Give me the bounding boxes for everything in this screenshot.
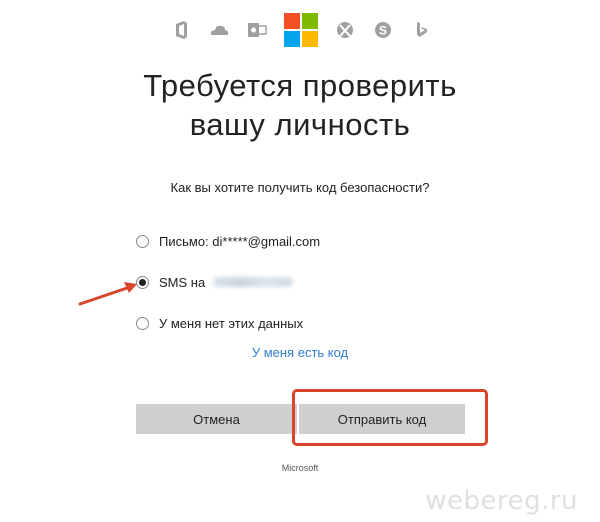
option-no-data-label: У меня нет этих данных	[159, 315, 304, 331]
office-icon	[170, 19, 192, 41]
xbox-icon	[334, 19, 356, 41]
watermark: webereg.ru	[425, 486, 578, 516]
footer-microsoft: Microsoft	[281, 463, 319, 473]
option-sms-label: SMS на	[159, 274, 206, 290]
ms-logo-blue	[284, 31, 300, 47]
cancel-button[interactable]: Отмена	[136, 404, 297, 434]
masked-phone-number	[213, 277, 294, 287]
microsoft-logo	[284, 13, 318, 47]
outlook-icon	[246, 19, 268, 41]
have-code-link[interactable]: У меня есть код	[0, 345, 600, 360]
page-title-line2: вашу личность	[189, 107, 411, 142]
radio-email[interactable]	[136, 234, 149, 248]
security-code-question: Как вы хотите получить код безопасности?	[170, 180, 430, 195]
ms-logo-yellow	[302, 31, 318, 47]
microsoft-services-bar: S	[170, 13, 432, 47]
bing-icon	[410, 19, 432, 41]
radio-no-data[interactable]	[136, 316, 149, 330]
skype-icon: S	[372, 19, 394, 41]
option-no-data[interactable]: У меня нет этих данных	[136, 314, 303, 332]
option-sms[interactable]: SMS на	[136, 273, 294, 291]
page-title-line1: Требуется проверить	[143, 68, 457, 103]
svg-text:S: S	[379, 24, 387, 38]
annotation-arrow	[78, 282, 137, 306]
page-title: Требуется проверить вашу личность	[0, 66, 600, 144]
option-email-label: Письмо: di*****@gmail.com	[159, 233, 321, 249]
option-email[interactable]: Письмо: di*****@gmail.com	[136, 232, 320, 250]
ms-logo-red	[284, 13, 300, 29]
annotation-highlight-box	[292, 389, 488, 446]
ms-logo-green	[302, 13, 318, 29]
onedrive-icon	[208, 19, 230, 41]
